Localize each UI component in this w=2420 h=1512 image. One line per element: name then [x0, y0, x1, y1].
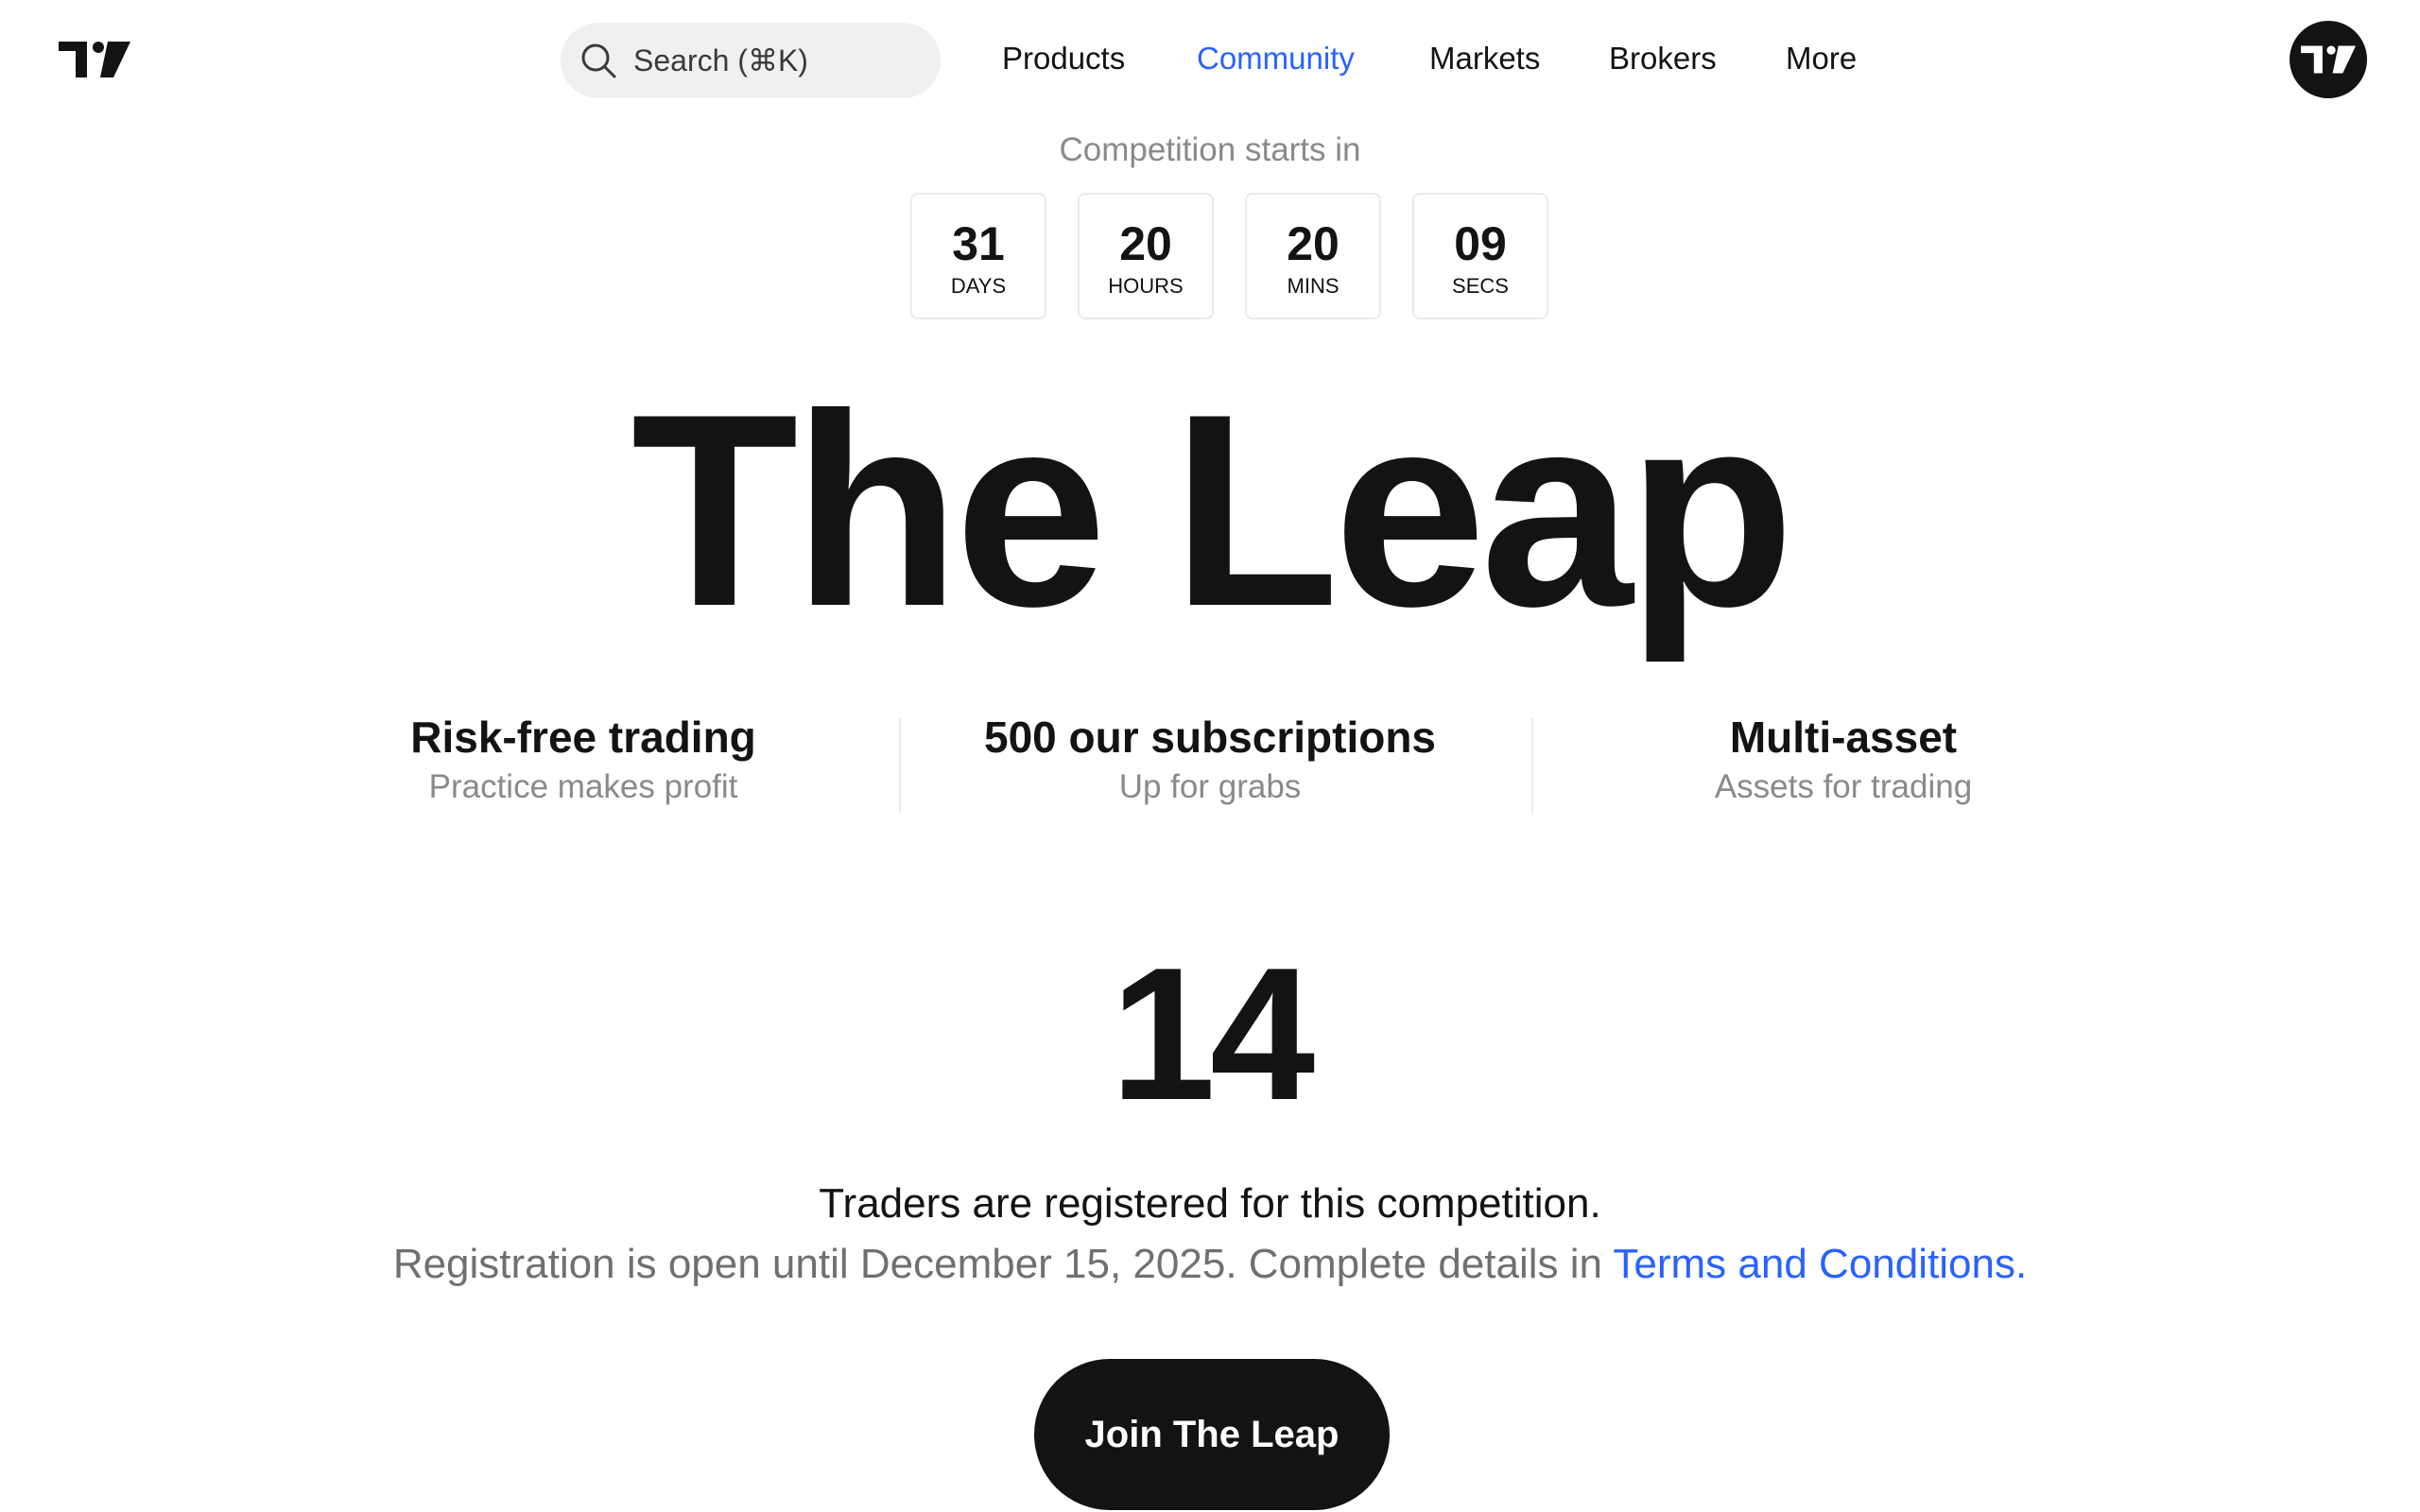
terms-link[interactable]: Terms and Conditions.	[1613, 1241, 2027, 1287]
search-input[interactable]: Search (⌘K)	[561, 23, 941, 98]
feature-subscriptions: 500 our subscriptions Up for grabs	[898, 711, 1522, 807]
countdown-hours-value: 20	[1119, 217, 1172, 270]
page: Search (⌘K) Products Community Markets B…	[0, 0, 2420, 1512]
countdown-secs: 09 SECS	[1412, 193, 1548, 319]
countdown-mins-value: 20	[1287, 217, 1340, 270]
registered-text: Traders are registered for this competit…	[819, 1180, 1601, 1227]
user-menu-avatar[interactable]	[2290, 21, 2367, 98]
countdown-hours-unit: HOURS	[1108, 274, 1184, 298]
nav-more[interactable]: More	[1786, 40, 1857, 77]
feature-title: 500 our subscriptions	[983, 713, 1436, 762]
countdown-hours: 20 HOURS	[1078, 193, 1214, 319]
countdown-label: Competition starts in	[1059, 131, 1361, 168]
search-placeholder: Search (⌘K)	[633, 43, 808, 77]
tradingview-logo-icon	[2301, 45, 2356, 74]
feature-multi-asset: Multi-asset Assets for trading	[1531, 711, 2155, 807]
feature-title: Risk-free trading	[410, 713, 756, 762]
countdown-days-value: 31	[952, 217, 1005, 270]
countdown-mins-unit: MINS	[1287, 274, 1340, 298]
registration-note-text: Registration is open until December 15, …	[392, 1241, 1614, 1287]
nav-community[interactable]: Community	[1197, 40, 1355, 77]
feature-title: Multi-asset	[1729, 713, 1958, 762]
nav-products[interactable]: Products	[1002, 40, 1125, 77]
nav-markets[interactable]: Markets	[1429, 40, 1540, 77]
feature-subtitle: Up for grabs	[1118, 768, 1302, 805]
top-header: Search (⌘K) Products Community Markets B…	[0, 0, 2420, 123]
feature-risk-free: Risk-free trading Practice makes profit	[271, 711, 895, 807]
nav-brokers[interactable]: Brokers	[1609, 40, 1717, 77]
registration-note: Registration is open until December 15, …	[0, 1240, 2420, 1289]
countdown-secs-value: 09	[1454, 217, 1507, 270]
join-the-leap-button[interactable]: Join The Leap	[1034, 1359, 1390, 1510]
countdown-secs-unit: SECS	[1452, 274, 1509, 298]
feature-subtitle: Practice makes profit	[428, 768, 738, 805]
search-icon	[581, 43, 616, 78]
countdown-mins: 20 MINS	[1245, 193, 1381, 319]
registered-count: 14	[1110, 929, 1315, 1140]
tradingview-logo-icon[interactable]	[59, 42, 130, 77]
feature-subtitle: Assets for trading	[1714, 768, 1973, 805]
countdown-days: 31 DAYS	[910, 193, 1046, 319]
countdown-days-unit: DAYS	[950, 274, 1007, 298]
hero-title: The Leap	[631, 357, 1795, 663]
